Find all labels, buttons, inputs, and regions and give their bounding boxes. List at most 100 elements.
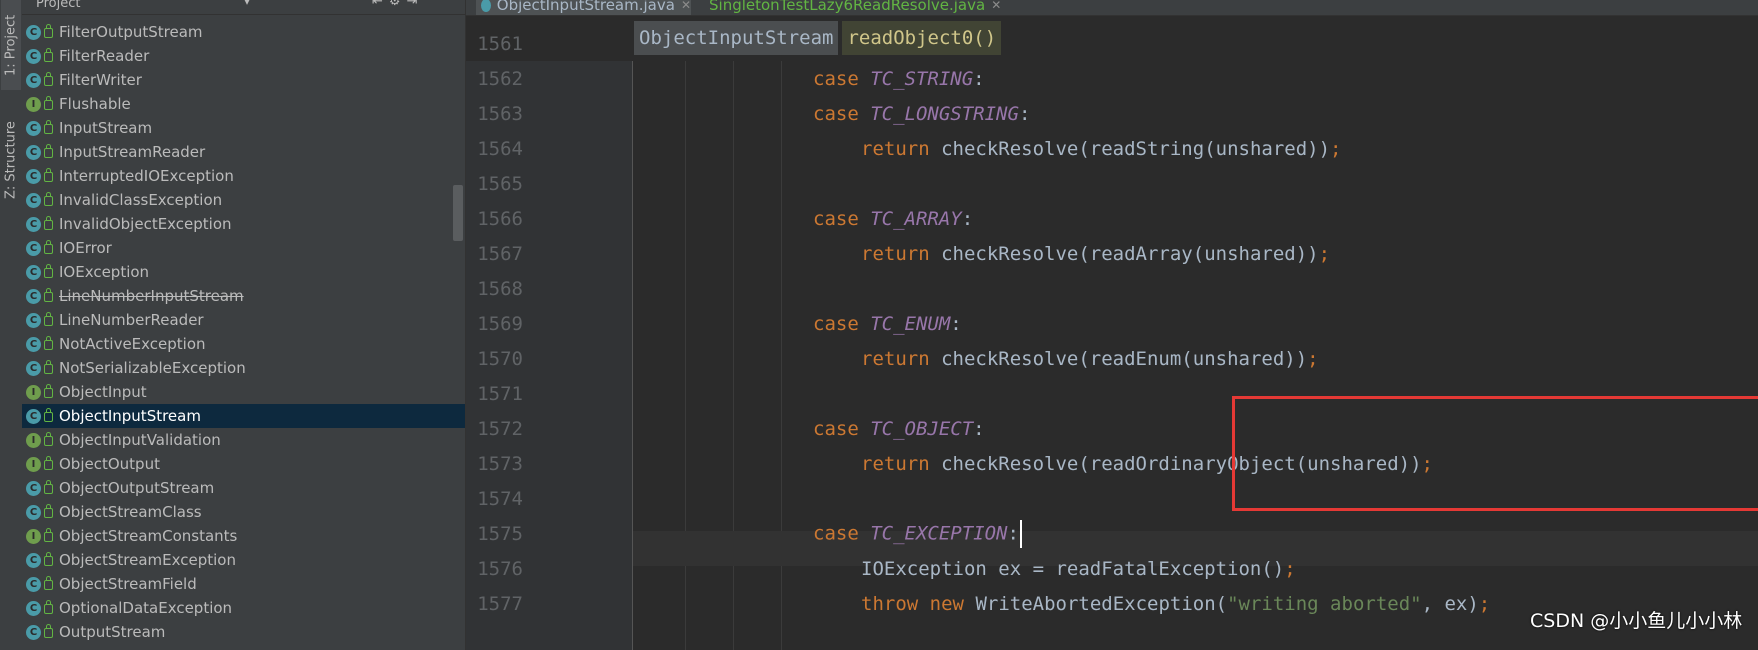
code-text: case TC_ENUM: bbox=[813, 313, 962, 335]
code-text: case TC_OBJECT: bbox=[813, 418, 985, 440]
gear-icon[interactable]: ⚙ bbox=[389, 0, 407, 9]
public-access-icon bbox=[44, 216, 53, 230]
line-number: 1569 bbox=[477, 312, 523, 335]
hide-icon[interactable]: ⇥ bbox=[407, 0, 424, 9]
code-line: 1566 case TC_ARRAY: bbox=[477, 201, 1758, 236]
line-number: 1567 bbox=[477, 242, 523, 265]
code-text: return checkResolve(readString(unshared)… bbox=[861, 138, 1341, 160]
tree-item-invalidclassexception[interactable]: C InvalidClassException bbox=[22, 188, 465, 212]
editor: ObjectInputStream.java ✕ SingletonTestLa… bbox=[466, 0, 1758, 650]
class-icon: C bbox=[26, 288, 41, 304]
public-access-icon bbox=[44, 624, 53, 638]
public-access-icon bbox=[44, 432, 53, 446]
interface-icon: I bbox=[26, 96, 41, 112]
constant: TC_STRING bbox=[870, 67, 974, 90]
class-icon: C bbox=[26, 24, 41, 40]
code-line: 1570 return checkResolve(readEnum(unshare… bbox=[477, 341, 1758, 376]
tree-item-notserializableexception[interactable]: C NotSerializableException bbox=[22, 356, 465, 380]
tree-item-linenumberinputstream[interactable]: C LineNumberInputStream bbox=[22, 284, 465, 308]
structure-tool-tab[interactable]: Z: Structure bbox=[1, 108, 21, 213]
tree-item-objectoutput[interactable]: I ObjectOutput bbox=[22, 452, 465, 476]
line-number: 1573 bbox=[477, 452, 523, 475]
code-line: 1561 bbox=[477, 26, 1758, 61]
interface-icon: I bbox=[26, 384, 41, 400]
public-access-icon bbox=[44, 72, 53, 86]
code-token: , ex) bbox=[1421, 592, 1479, 615]
keyword: case bbox=[813, 417, 859, 440]
class-icon: C bbox=[26, 168, 41, 184]
project-tool-tab[interactable]: 1: Project bbox=[1, 0, 21, 90]
keyword: case bbox=[813, 207, 859, 230]
tree-item-objectstreamconstants[interactable]: I ObjectStreamConstants bbox=[22, 524, 465, 548]
constant: TC_EXCEPTION bbox=[870, 522, 1008, 544]
editor-tab-objectinputstream[interactable]: ObjectInputStream.java ✕ bbox=[476, 0, 691, 15]
tree-item-outputstream[interactable]: C OutputStream bbox=[22, 620, 465, 644]
view-dropdown-icon[interactable]: ▾ bbox=[244, 0, 250, 8]
keyword: case bbox=[813, 102, 859, 125]
code-line: 1562 case TC_STRING: bbox=[477, 61, 1758, 96]
tree-item-filterwriter[interactable]: C FilterWriter bbox=[22, 68, 465, 92]
class-icon: C bbox=[26, 480, 41, 496]
tree-item-objectstreamclass[interactable]: C ObjectStreamClass bbox=[22, 500, 465, 524]
keyword: return bbox=[861, 452, 930, 475]
tree-item-inputstream[interactable]: C InputStream bbox=[22, 116, 465, 140]
tree-item-filterreader[interactable]: C FilterReader bbox=[22, 44, 465, 68]
line-number: 1564 bbox=[477, 137, 523, 160]
code-token: : bbox=[961, 207, 974, 230]
public-access-icon bbox=[44, 480, 53, 494]
tree-item-objectinput[interactable]: I ObjectInput bbox=[22, 380, 465, 404]
interface-icon: I bbox=[26, 528, 41, 544]
tree-item-interruptedioexception[interactable]: C InterruptedIOException bbox=[22, 164, 465, 188]
keyword: return bbox=[861, 347, 930, 370]
line-number: 1574 bbox=[477, 487, 523, 510]
code-area[interactable]: 1561 1562 case TC_STRING: 1563 case TC_LONGS… bbox=[477, 33, 1758, 650]
tree-item-notactiveexception[interactable]: C NotActiveException bbox=[22, 332, 465, 356]
tree-item-ioexception[interactable]: C IOException bbox=[22, 260, 465, 284]
close-icon[interactable]: ✕ bbox=[991, 0, 1001, 12]
tree-item-objectstreamfield[interactable]: C ObjectStreamField bbox=[22, 572, 465, 596]
keyword: case bbox=[813, 312, 859, 335]
tree-item-invalidobjectexception[interactable]: C InvalidObjectException bbox=[22, 212, 465, 236]
code-line: 1569 case TC_ENUM: bbox=[477, 306, 1758, 341]
public-access-icon bbox=[44, 456, 53, 470]
public-access-icon bbox=[44, 504, 53, 518]
tree-item-optionaldataexception[interactable]: C OptionalDataException bbox=[22, 596, 465, 620]
public-access-icon bbox=[44, 144, 53, 158]
tree-item-filteroutputstream[interactable]: C FilterOutputStream bbox=[22, 20, 465, 44]
tree-item-label: LineNumberReader bbox=[59, 311, 204, 329]
editor-tab-singleton[interactable]: SingletonTestLazy6ReadResolve.java ✕ bbox=[698, 0, 1001, 15]
class-icon: C bbox=[26, 216, 41, 232]
collapse-icon[interactable]: ⇤ bbox=[372, 0, 389, 9]
project-panel: Project ▾ ⇤⚙⇥ C FilterOutputStream C Filter… bbox=[22, 0, 466, 650]
watermark: CSDN @小小鱼儿小小林 bbox=[1530, 610, 1743, 632]
tree-item-label: ObjectStreamField bbox=[59, 575, 197, 593]
code-token: WriteAbortedException( bbox=[975, 592, 1228, 615]
line-number: 1565 bbox=[477, 172, 523, 195]
line-number: 1575 bbox=[477, 522, 523, 545]
project-panel-title[interactable]: Project bbox=[36, 0, 80, 11]
semicolon: ; bbox=[1307, 347, 1319, 370]
semicolon: ; bbox=[1330, 137, 1342, 160]
public-access-icon bbox=[44, 240, 53, 254]
public-access-icon bbox=[44, 264, 53, 278]
editor-tab-bar: ObjectInputStream.java ✕ SingletonTestLa… bbox=[466, 0, 1758, 16]
tree-scrollbar[interactable] bbox=[453, 185, 463, 241]
tree-item-objectinputvalidation[interactable]: I ObjectInputValidation bbox=[22, 428, 465, 452]
keyword: case bbox=[813, 67, 859, 90]
tree-item-objectstreamexception[interactable]: C ObjectStreamException bbox=[22, 548, 465, 572]
tree-item-inputstreamreader[interactable]: C InputStreamReader bbox=[22, 140, 465, 164]
tree-item-objectoutputstream[interactable]: C ObjectOutputStream bbox=[22, 476, 465, 500]
tree-item-objectinputstream[interactable]: C ObjectInputStream bbox=[22, 404, 465, 428]
public-access-icon bbox=[44, 48, 53, 62]
public-access-icon bbox=[44, 576, 53, 590]
close-icon[interactable]: ✕ bbox=[681, 0, 691, 12]
tree-item-label: FilterOutputStream bbox=[59, 23, 203, 41]
public-access-icon bbox=[44, 192, 53, 206]
code-text: case TC_EXCEPTION: bbox=[813, 519, 1022, 548]
tree-item-flushable[interactable]: I Flushable bbox=[22, 92, 465, 116]
class-icon: C bbox=[26, 144, 41, 160]
tree-item-linenumberreader[interactable]: C LineNumberReader bbox=[22, 308, 465, 332]
interface-icon: I bbox=[26, 456, 41, 472]
string-literal: "writing aborted" bbox=[1227, 592, 1422, 615]
tree-item-ioerror[interactable]: C IOError bbox=[22, 236, 465, 260]
